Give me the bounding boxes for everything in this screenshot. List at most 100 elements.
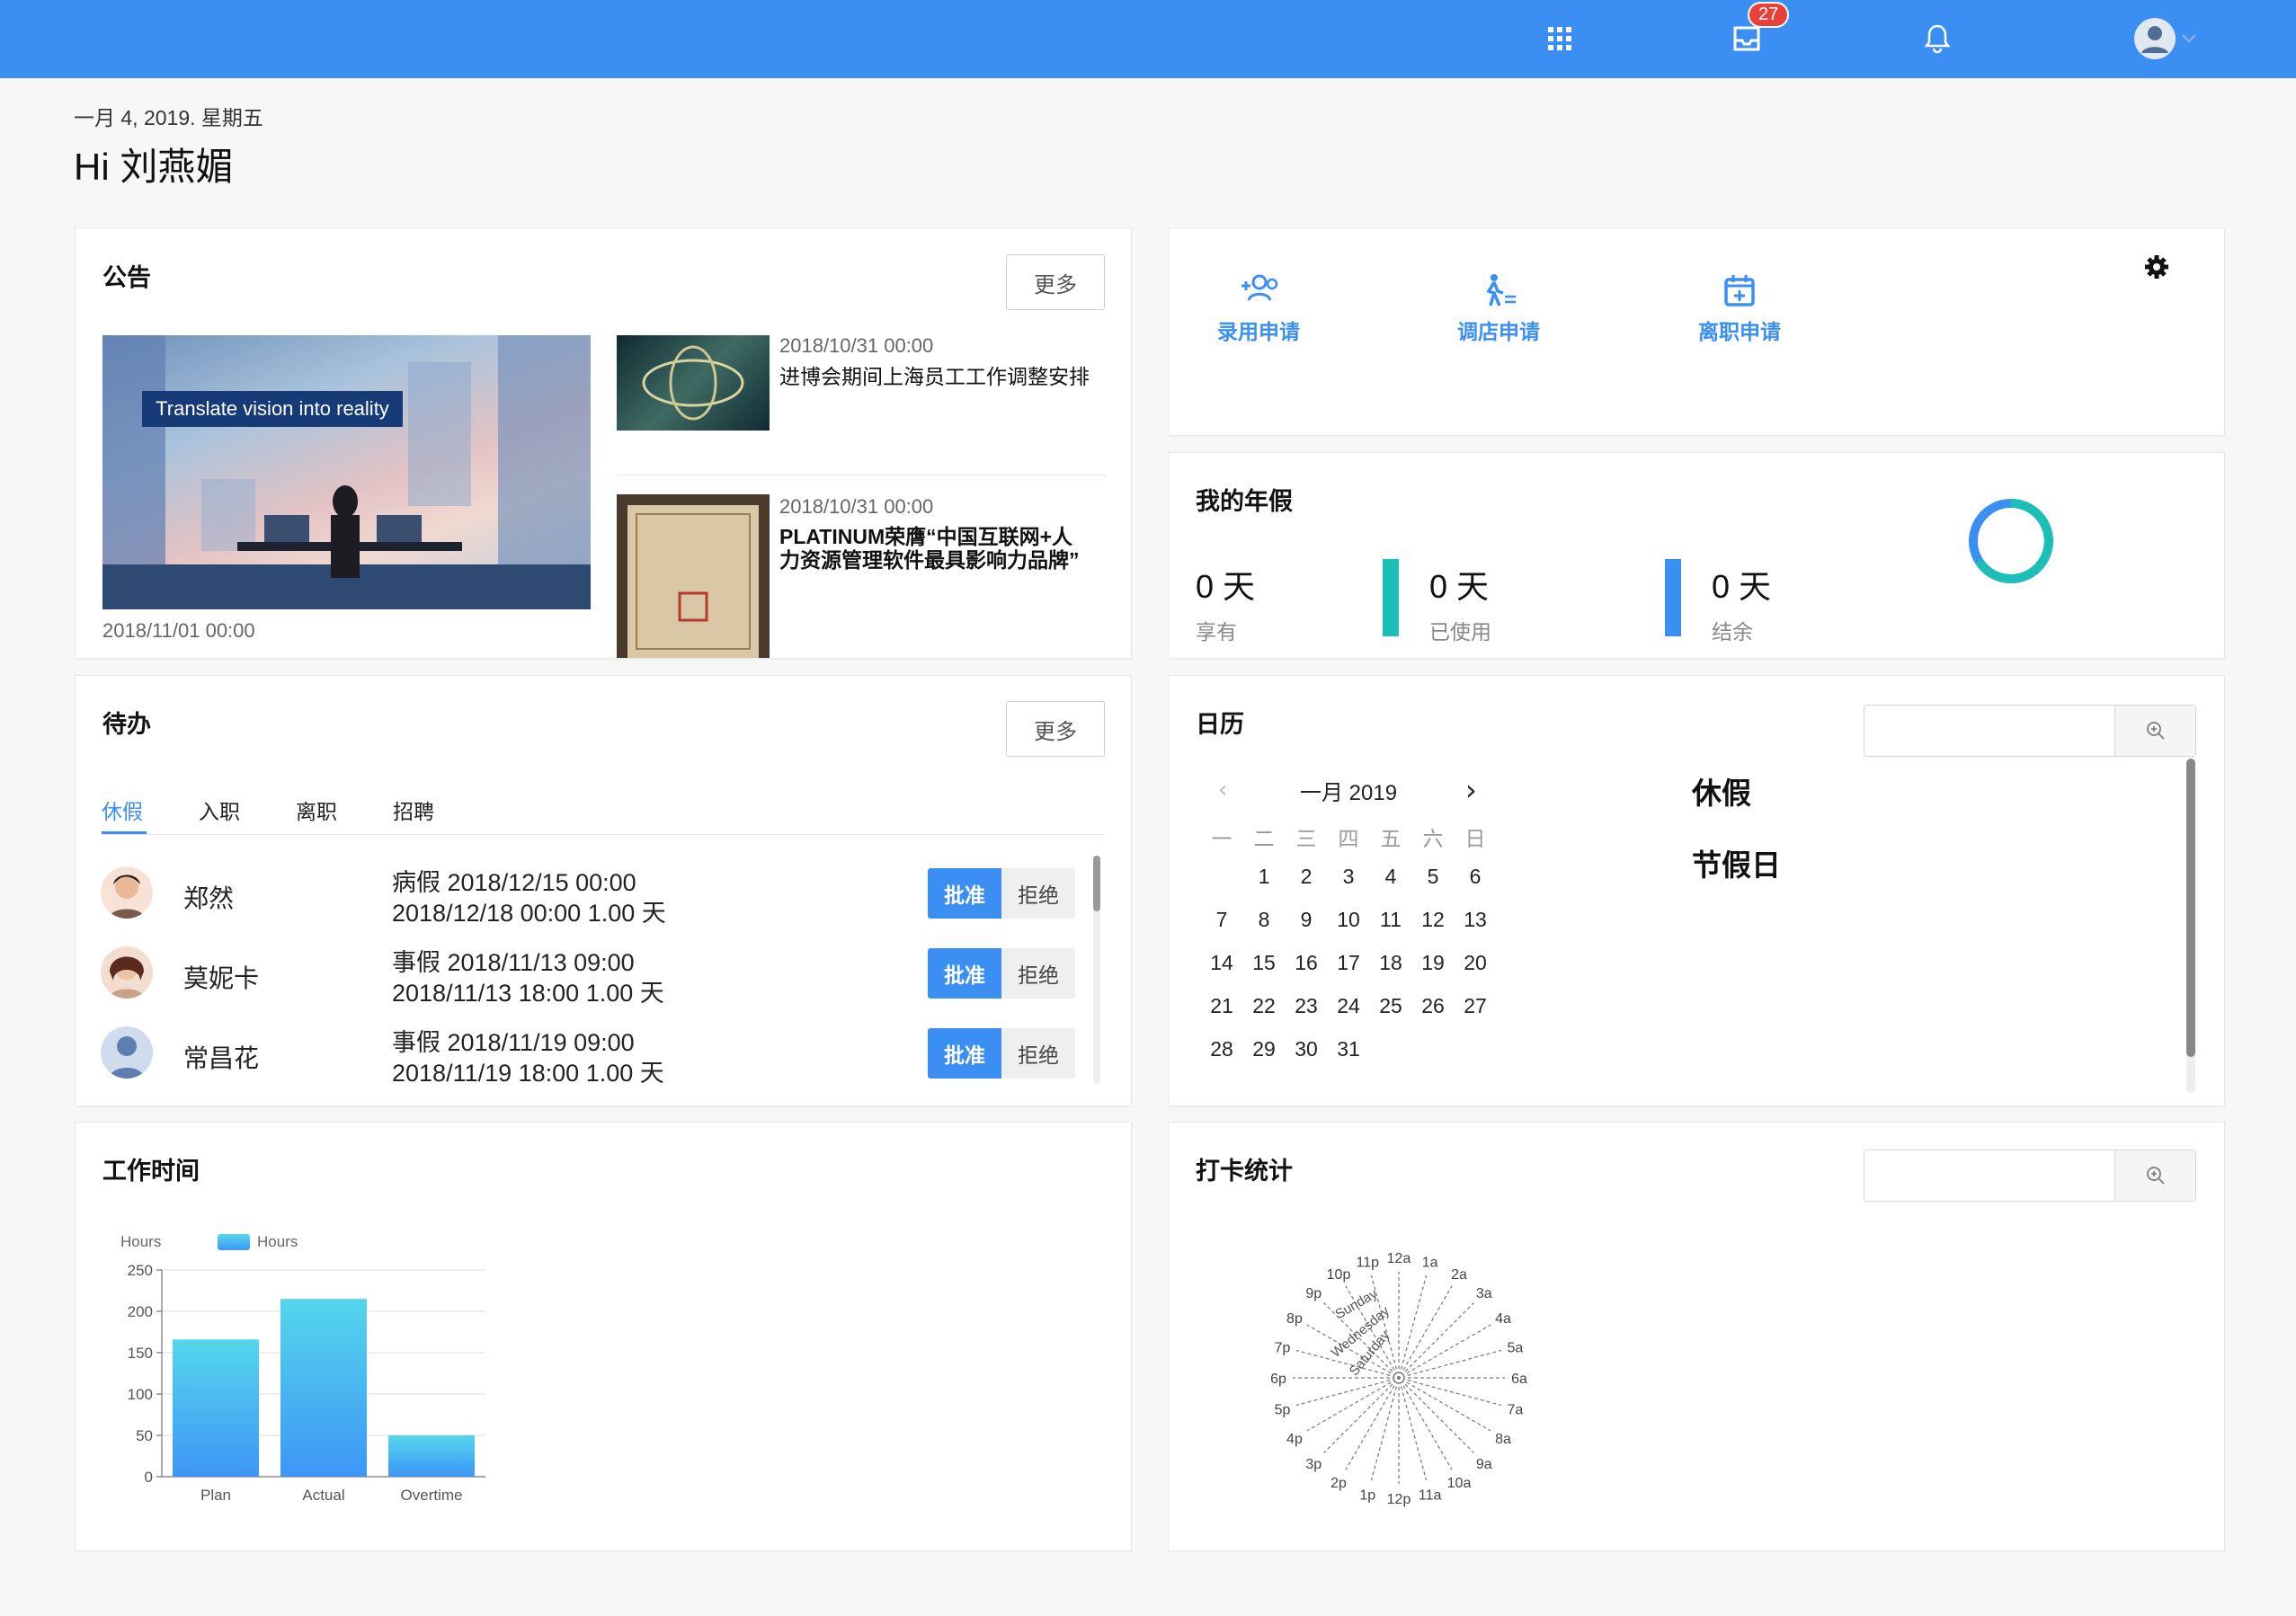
weekday-header: 五 — [1380, 827, 1402, 850]
leave-entitled-value: 0 天 — [1196, 568, 1256, 605]
tab-recruitment[interactable]: 招聘 — [393, 795, 434, 825]
approve-button[interactable]: 批准 — [928, 868, 1001, 919]
list-scrollbar[interactable] — [1093, 856, 1100, 1084]
calendar-day[interactable]: 3 — [1328, 865, 1369, 889]
calendar-card: 日历 ‹ 一月 2019 › 一二三四五六日 1 2 3 4 5 6 7 8 9 10 11 12 13 1… — [1168, 675, 2225, 1106]
chevron-down-icon[interactable] — [2176, 16, 2203, 61]
reject-button[interactable]: 拒绝 — [1001, 948, 1075, 999]
hour-spoke — [1404, 1383, 1474, 1453]
calendar-day[interactable]: 6 — [1455, 865, 1496, 889]
bell-icon[interactable] — [1915, 16, 1960, 61]
card-title: 日历 — [1196, 711, 1244, 738]
leave-entitled-label: 享有 — [1196, 621, 1237, 644]
y-axis-label: Hours — [120, 1233, 161, 1250]
todo-row: 莫妮卡 事假 2018/11/13 09:00 2018/11/13 18:00… — [76, 943, 1075, 1022]
hour-label: 4p — [1286, 1432, 1303, 1447]
hour-spoke — [1370, 1386, 1397, 1481]
calendar-day[interactable]: 4 — [1370, 865, 1411, 889]
hour-label: 6p — [1270, 1372, 1286, 1387]
news-title-line[interactable]: PLATINUM荣膺“中国互联网+人 — [779, 525, 1072, 548]
apply-resign-button[interactable]: 离职申请 — [1686, 273, 1793, 345]
news-title-line[interactable]: 力资源管理软件最具影响力品牌” — [779, 548, 1080, 572]
calendar-day[interactable]: 1 — [1243, 865, 1285, 889]
hour-label: 9a — [1476, 1457, 1492, 1472]
apply-transfer-button[interactable]: 调店申请 — [1445, 273, 1553, 345]
hour-label: 12p — [1387, 1492, 1411, 1507]
employee-name: 郑然 — [183, 883, 235, 913]
apply-hire-button[interactable]: 录用申请 — [1205, 273, 1313, 345]
tab-onboarding[interactable]: 入职 — [199, 795, 240, 825]
calendar-scrollbar[interactable] — [2186, 759, 2195, 1093]
calendar-day[interactable]: 29 — [1243, 1037, 1285, 1061]
calendar-day[interactable]: 26 — [1412, 994, 1454, 1018]
hour-label: 8p — [1286, 1311, 1303, 1327]
calendar-day[interactable]: 13 — [1455, 908, 1496, 932]
next-month-icon[interactable]: › — [1465, 773, 1477, 807]
calendar-day[interactable]: 8 — [1243, 908, 1285, 932]
hour-label: 2p — [1330, 1476, 1347, 1491]
approve-button[interactable]: 批准 — [928, 948, 1001, 999]
approve-button[interactable]: 批准 — [928, 1028, 1001, 1079]
greeting-title: Hi 刘燕媚 — [74, 146, 234, 188]
search-button[interactable] — [2114, 706, 2195, 756]
reject-button[interactable]: 拒绝 — [1001, 868, 1075, 919]
x-tick-label: Actual — [302, 1487, 344, 1504]
calendar-day[interactable]: 31 — [1328, 1037, 1369, 1061]
leave-balance-value: 0 天 — [1712, 568, 1772, 605]
reject-button[interactable]: 拒绝 — [1001, 1028, 1075, 1079]
hour-spoke — [1404, 1302, 1474, 1372]
annual-leave-card: 我的年假 0 天 享有 0 天 已使用 0 天 结余 — [1168, 452, 2225, 659]
calendar-day[interactable]: 14 — [1201, 951, 1242, 975]
apps-grid-icon[interactable] — [1537, 16, 1582, 61]
more-button[interactable]: 更多 — [1006, 254, 1105, 310]
tab-vacation[interactable]: 休假 — [102, 795, 143, 825]
calendar-day[interactable]: 9 — [1286, 908, 1327, 932]
search-button[interactable] — [2114, 1150, 2195, 1201]
calendar-day[interactable]: 15 — [1243, 951, 1285, 975]
calendar-day[interactable]: 22 — [1243, 994, 1285, 1018]
calendar-day[interactable]: 5 — [1412, 865, 1454, 889]
more-button[interactable]: 更多 — [1006, 701, 1105, 757]
calendar-day[interactable]: 21 — [1201, 994, 1242, 1018]
prev-month-icon[interactable]: ‹ — [1218, 777, 1227, 804]
news-thumbnail[interactable] — [617, 494, 770, 658]
news-thumbnail[interactable] — [617, 335, 770, 431]
card-title: 打卡统计 — [1196, 1158, 1293, 1185]
avatar — [101, 866, 153, 919]
calendar-day[interactable]: 12 — [1412, 908, 1454, 932]
calendar-plus-icon — [1724, 275, 1755, 306]
calendar-day[interactable]: 23 — [1286, 994, 1327, 1018]
news-title[interactable]: 进博会期间上海员工工作调整安排 — [779, 365, 1090, 388]
hour-spoke — [1402, 1385, 1453, 1470]
leave-end-duration: 2018/12/18 00:00 1.00 天 — [392, 900, 666, 927]
calendar-day[interactable]: 11 — [1370, 908, 1411, 932]
calendar-day[interactable]: 7 — [1201, 908, 1242, 932]
gear-icon[interactable] — [2143, 253, 2170, 284]
quick-apply-card: 录用申请 调店申请 离职申请 — [1168, 227, 2225, 436]
calendar-day[interactable]: 18 — [1370, 951, 1411, 975]
hero-image[interactable]: Translate vision into reality — [102, 335, 591, 609]
card-title: 公告 — [102, 264, 151, 291]
calendar-day[interactable]: 27 — [1455, 994, 1496, 1018]
calendar-day[interactable]: 17 — [1328, 951, 1369, 975]
calendar-day[interactable]: 25 — [1370, 994, 1411, 1018]
tab-resignation[interactable]: 离职 — [296, 795, 337, 825]
top-navbar: 27 — [0, 0, 2296, 78]
avatar — [101, 1026, 153, 1079]
calendar-day[interactable]: 24 — [1328, 994, 1369, 1018]
calendar-day[interactable]: 2 — [1286, 865, 1327, 889]
calendar-day[interactable]: 30 — [1286, 1037, 1327, 1061]
calendar-day[interactable]: 16 — [1286, 951, 1327, 975]
card-title: 待办 — [102, 711, 151, 738]
inbox-icon[interactable]: 27 — [1724, 2, 1790, 61]
punch-search-input[interactable] — [1864, 1150, 2196, 1202]
hero-banner: Translate vision into reality — [142, 391, 403, 427]
calendar-search-input[interactable] — [1864, 705, 2196, 757]
legend-label: Hours — [257, 1233, 298, 1250]
calendar-day[interactable]: 10 — [1328, 908, 1369, 932]
user-avatar-icon[interactable] — [2132, 16, 2177, 61]
calendar-day[interactable]: 19 — [1412, 951, 1454, 975]
calendar-day[interactable]: 20 — [1455, 951, 1496, 975]
todo-row: 常昌花 事假 2018/11/19 09:00 2018/11/19 18:00… — [76, 1023, 1075, 1102]
calendar-day[interactable]: 28 — [1201, 1037, 1242, 1061]
